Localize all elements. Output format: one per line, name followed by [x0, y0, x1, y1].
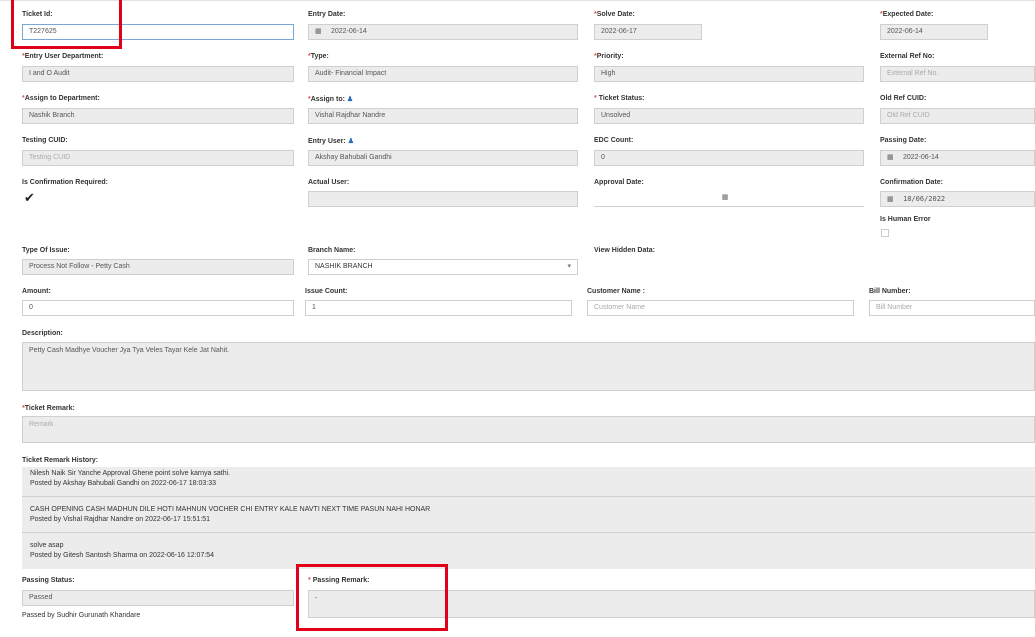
customer-name-field[interactable]: Customer Name — [587, 300, 854, 316]
remark-text: solve asap — [30, 542, 64, 549]
highlight-box-passing-remark — [296, 564, 448, 631]
customer-name-label: Customer Name : — [587, 288, 645, 295]
remark-history-item: Nilesh Naik Sir Yanche Approval Ghene po… — [30, 469, 230, 489]
assign-to-label-text: Assign to: — [310, 96, 345, 103]
description-label: Description: — [22, 330, 63, 337]
solve-date-label-text: Solve Date: — [596, 11, 635, 18]
amount-field[interactable]: 0 — [22, 300, 294, 316]
entry-date-label: Entry Date: — [308, 11, 346, 18]
ticket-status-field[interactable]: Unsolved — [594, 108, 864, 124]
remark-text: CASH OPENING CASH MADHUN DILE HOTI MAHNU… — [30, 506, 431, 513]
priority-label-text: Priority: — [596, 53, 624, 60]
issue-count-field[interactable]: 1 — [305, 300, 572, 316]
remark-text: Nilesh Naik Sir Yanche Approval Ghene po… — [30, 470, 231, 477]
ticket-remark-label-text: Ticket Remark: — [24, 405, 75, 412]
view-hidden-data-label: View Hidden Data: — [594, 247, 655, 254]
ticket-remark-history-label: Ticket Remark History: — [22, 457, 99, 464]
remark-posted-by: Posted by Vishal Rajdhar Nandre on 2022-… — [30, 516, 211, 523]
issue-count-label: Issue Count: — [305, 288, 348, 295]
is-confirmation-required-label: Is Confirmation Required: — [22, 179, 108, 186]
type-of-issue-field[interactable]: Process Not Follow - Petty Cash — [22, 259, 294, 275]
highlight-box-ticket-id — [11, 0, 122, 49]
passing-date-field[interactable]: ▦ 2022-06-14 — [880, 150, 1035, 166]
assign-to-label: *Assign to: ♟ — [308, 96, 354, 103]
type-label: *Type: — [308, 53, 329, 60]
description-textarea[interactable]: Petty Cash Madhye Voucher Jya Tya Veles … — [22, 342, 1035, 391]
chevron-down-icon: ▾ — [567, 263, 571, 270]
assign-to-department-field[interactable]: Nashik Branch — [22, 108, 294, 124]
entry-user-department-label: *Entry User Department: — [22, 53, 104, 60]
calendar-icon: ▦ — [721, 194, 729, 201]
old-ref-cuid-label: Old Ref CUID: — [880, 95, 927, 102]
passing-date-value: 2022-06-14 — [903, 154, 939, 161]
entry-user-field[interactable]: Akshay Bahubali Gandhi — [308, 150, 578, 166]
entry-user-department-label-text: Entry User Department: — [24, 53, 104, 60]
confirmation-date-field[interactable]: ▦ 18/06/2022 — [880, 191, 1035, 207]
old-ref-cuid-field[interactable]: Old Ref CUID — [880, 108, 1035, 124]
remark-history-item: solve asap Posted by Gitesh Santosh Shar… — [30, 541, 214, 561]
external-ref-no-label: External Ref No: — [880, 53, 935, 60]
user-icon: ♟ — [346, 96, 354, 103]
is-human-error-checkbox[interactable] — [881, 229, 889, 237]
priority-label: *Priority: — [594, 53, 624, 60]
remark-history-item: CASH OPENING CASH MADHUN DILE HOTI MAHNU… — [30, 505, 430, 525]
branch-name-value: NASHIK BRANCH — [315, 263, 373, 270]
checkmark-icon[interactable]: ✔ — [24, 190, 35, 206]
entry-user-label-text: Entry User: — [308, 138, 346, 145]
type-of-issue-label: Type Of Issue: — [22, 247, 70, 254]
ticket-remark-label: *Ticket Remark: — [22, 405, 75, 412]
branch-name-select[interactable]: NASHIK BRANCH ▾ — [308, 259, 578, 275]
divider — [22, 532, 1035, 533]
divider — [22, 496, 1035, 497]
top-divider — [0, 0, 1035, 1]
solve-date-field[interactable]: 2022-06-17 — [594, 24, 702, 40]
ticket-status-label-text: Ticket Status: — [598, 95, 645, 102]
entry-user-label: Entry User: ♟ — [308, 137, 354, 145]
solve-date-label: *Solve Date: — [594, 11, 635, 18]
testing-cuid-field[interactable]: Testing CUID — [22, 150, 294, 166]
type-field[interactable]: Audit- Financial Impact — [308, 66, 578, 82]
edc-count-label: EDC Count: — [594, 137, 634, 144]
assign-to-field[interactable]: Vishal Rajdhar Nandre — [308, 108, 578, 124]
ticket-status-label: * Ticket Status: — [594, 95, 645, 102]
actual-user-label: Actual User: — [308, 179, 350, 186]
ticket-remark-textarea[interactable]: Remark — [22, 416, 1035, 443]
remark-history-panel: Nilesh Naik Sir Yanche Approval Ghene po… — [22, 467, 1035, 569]
testing-cuid-label: Testing CUID: — [22, 137, 68, 144]
type-label-text: Type: — [310, 53, 329, 60]
expected-date-label-text: Expected Date: — [882, 11, 934, 18]
bill-number-label: Bill Number: — [869, 288, 911, 295]
approval-date-field[interactable]: ▦ — [594, 191, 864, 207]
calendar-icon: ▦ — [315, 28, 322, 35]
passing-status-label: Passing Status: — [22, 577, 75, 584]
passing-status-field[interactable]: Passed — [22, 590, 294, 606]
confirmation-date-label: Confirmation Date: — [880, 179, 943, 186]
assign-to-department-label-text: Assign to Department: — [24, 95, 100, 102]
calendar-icon: ▦ — [887, 154, 894, 161]
external-ref-no-field[interactable]: External Ref No. — [880, 66, 1035, 82]
expected-date-field[interactable]: 2022-06-14 — [880, 24, 988, 40]
user-icon: ♟ — [347, 138, 354, 145]
entry-user-department-field[interactable]: I and O Audit — [22, 66, 294, 82]
entry-date-value: 2022-06-14 — [331, 28, 367, 35]
assign-to-department-label: *Assign to Department: — [22, 95, 100, 102]
remark-posted-by: Posted by Gitesh Santosh Sharma on 2022-… — [30, 552, 215, 559]
remark-posted-by: Posted by Akshay Bahubali Gandhi on 2022… — [30, 480, 217, 487]
actual-user-field[interactable] — [308, 191, 578, 207]
confirmation-date-value: 18/06/2022 — [903, 195, 946, 203]
edc-count-field[interactable]: 0 — [594, 150, 864, 166]
approval-date-label: Approval Date: — [594, 179, 644, 186]
amount-label: Amount: — [22, 288, 51, 295]
priority-field[interactable]: High — [594, 66, 864, 82]
expected-date-label: *Expected Date: — [880, 11, 934, 18]
entry-date-field[interactable]: ▦ 2022-06-14 — [308, 24, 578, 40]
is-human-error-label: Is Human Error — [880, 216, 931, 223]
calendar-icon: ▦ — [887, 196, 894, 203]
branch-name-label: Branch Name: — [308, 247, 356, 254]
passing-date-label: Passing Date: — [880, 137, 927, 144]
bill-number-field[interactable]: Bill Number — [869, 300, 1035, 316]
passed-by-note: Passed by Sudhir Gurunath Khandare — [22, 612, 141, 619]
